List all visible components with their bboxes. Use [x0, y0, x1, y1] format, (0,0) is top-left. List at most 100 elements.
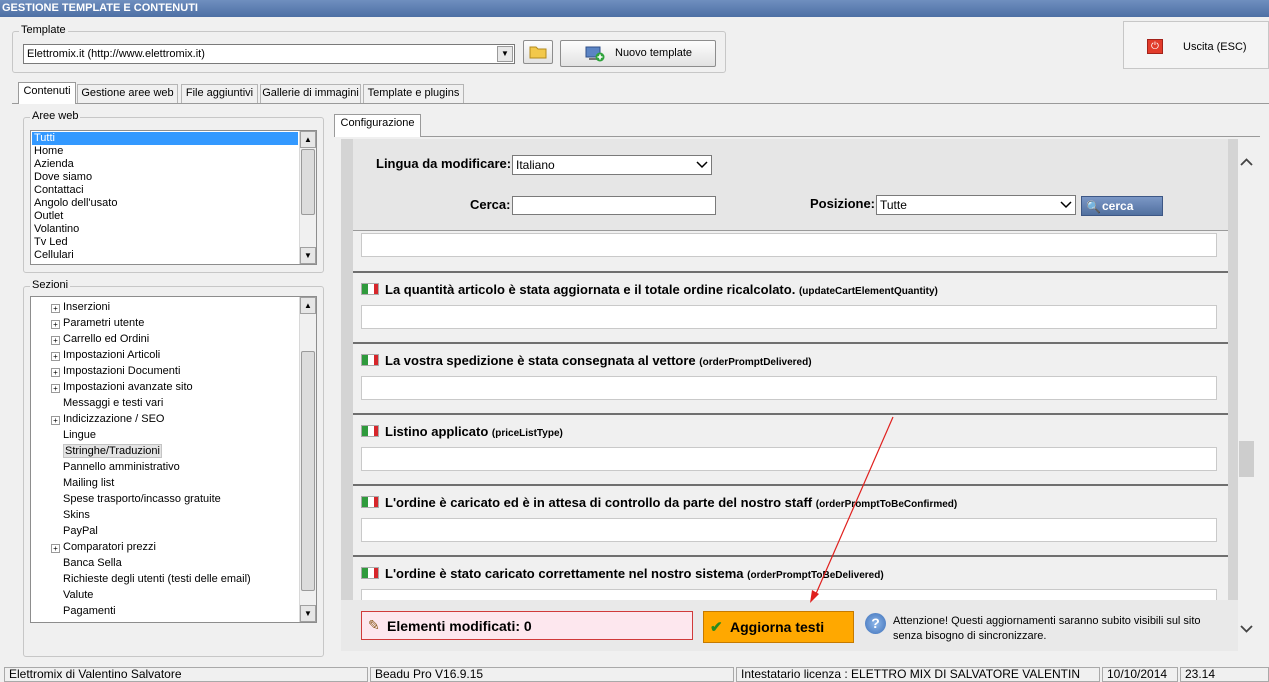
tree-item[interactable]: Messaggi e testi vari [63, 395, 163, 411]
scroll-up-icon[interactable]: ▲ [300, 131, 316, 148]
expand-icon[interactable]: + [51, 544, 60, 553]
posizione-select-value: Tutte [880, 198, 907, 212]
scroll-thumb[interactable] [301, 351, 315, 591]
entry-input[interactable] [361, 376, 1217, 400]
tree-item[interactable]: + Impostazioni Documenti [51, 363, 180, 379]
tree-item[interactable]: Mailing list [63, 475, 114, 491]
new-template-label: Nuovo template [615, 47, 693, 59]
list-item[interactable]: Tv Led [32, 236, 298, 249]
tree-item-label: Pagamenti [63, 605, 116, 617]
entry-text: L'ordine è caricato ed è in attesa di co… [385, 495, 813, 510]
lingua-select[interactable]: Italiano [512, 155, 712, 175]
tree-item[interactable]: + Parametri utente [51, 315, 144, 331]
config-panel-border [334, 136, 1260, 137]
sezioni-tree[interactable]: + Inserzioni + Parametri utente + Carrello ed… [30, 296, 317, 623]
update-texts-button[interactable]: ✔ Aggiorna testi [703, 611, 854, 643]
tree-item-label: Skins [63, 509, 90, 521]
entry-label: La vostra spedizione è stata consegnata … [361, 353, 812, 368]
tree-item[interactable]: Richieste degli utenti (testi delle emai… [63, 571, 251, 587]
tree-item-label: Spese trasporto/incasso gratuite [63, 493, 221, 505]
tree-item[interactable]: + Inserzioni [51, 299, 110, 315]
folder-icon [529, 46, 547, 59]
open-folder-button[interactable] [523, 40, 553, 64]
list-item[interactable]: Tutti [32, 132, 298, 145]
cerca-button[interactable]: 🔍 cerca [1081, 196, 1163, 216]
tab-gestione-aree-web[interactable]: Gestione aree web [77, 84, 178, 103]
modified-counter: ✎ Elementi modificati: 0 [361, 611, 693, 640]
entry-input[interactable] [361, 233, 1217, 257]
list-item[interactable]: Contattaci [32, 184, 298, 197]
tree-item[interactable]: Lingue [63, 427, 96, 443]
tab-configurazione[interactable]: Configurazione [334, 114, 421, 137]
exit-label: Uscita (ESC) [1183, 41, 1247, 53]
cerca-button-label: cerca [1102, 199, 1134, 213]
tree-item[interactable]: + Impostazioni Articoli [51, 347, 160, 363]
expand-icon[interactable]: + [51, 352, 60, 361]
posizione-select[interactable]: Tutte [876, 195, 1076, 215]
scroll-thumb[interactable] [301, 149, 315, 215]
entry-input[interactable] [361, 305, 1217, 329]
string-entry: La vostra spedizione è stata consegnata … [353, 342, 1228, 413]
tree-item[interactable]: Pagamenti [63, 603, 116, 619]
new-template-button[interactable]: Nuovo template [560, 40, 716, 67]
tab-label: Contenuti [23, 85, 71, 97]
tab-template-plugins[interactable]: Template e plugins [363, 84, 464, 103]
tree-item-label: Lingue [63, 429, 97, 441]
scroll-down-icon[interactable] [1240, 624, 1253, 634]
tree-item[interactable]: Banca Sella [63, 555, 122, 571]
scroll-up-icon[interactable]: ▲ [300, 297, 316, 314]
tree-item[interactable]: + Comparatori prezzi [51, 539, 156, 555]
tree-item[interactable]: Spese trasporto/incasso gratuite [63, 491, 221, 507]
expand-icon[interactable]: + [51, 304, 60, 313]
exit-button[interactable]: ⏻ Uscita (ESC) [1123, 21, 1269, 69]
list-item[interactable]: Cellulari [32, 249, 298, 262]
tree-item[interactable]: + Carrello ed Ordini [51, 331, 149, 347]
tree-item[interactable]: PayPal [63, 523, 98, 539]
template-select[interactable]: Elettromix.it (http://www.elettromix.it)… [23, 44, 515, 64]
sezioni-scrollbar[interactable]: ▲ ▼ [299, 297, 316, 622]
tree-item[interactable]: + Indicizzazione / SEO [51, 411, 165, 427]
scroll-up-icon[interactable] [1240, 157, 1253, 167]
expand-icon[interactable]: + [51, 320, 60, 329]
entry-text: La vostra spedizione è stata consegnata … [385, 353, 696, 368]
list-item[interactable]: Home [32, 145, 298, 158]
expand-icon[interactable]: + [51, 416, 60, 425]
italian-flag-icon [361, 425, 379, 437]
scroll-down-icon[interactable]: ▼ [300, 605, 316, 622]
scroll-thumb[interactable] [1239, 441, 1254, 477]
entry-input[interactable] [361, 447, 1217, 471]
search-input[interactable] [512, 196, 716, 215]
aree-web-list[interactable]: Tutti Home Azienda Dove siamo Contattaci Ango… [30, 130, 317, 265]
entry-label: L'ordine è stato caricato correttamente … [361, 566, 884, 581]
list-item[interactable]: Dove siamo [32, 171, 298, 184]
expand-icon[interactable]: + [51, 336, 60, 345]
tree-item[interactable]: + Impostazioni avanzate sito [51, 379, 193, 395]
chevron-down-icon[interactable] [696, 160, 708, 170]
aree-web-label: Aree web [30, 110, 81, 122]
tree-item[interactable]: Valute [63, 587, 93, 603]
list-item[interactable]: Outlet [32, 210, 298, 223]
tree-item[interactable]: Pannello amministrativo [63, 459, 180, 475]
list-item[interactable]: Azienda [32, 158, 298, 171]
tab-gallerie[interactable]: Gallerie di immagini [260, 84, 361, 103]
tab-label: Template e plugins [367, 87, 460, 99]
chevron-down-icon[interactable] [1060, 200, 1072, 210]
expand-icon[interactable]: + [51, 384, 60, 393]
tree-item-label: Stringhe/Traduzioni [63, 444, 162, 458]
tree-item-label: Messaggi e testi vari [63, 397, 164, 409]
tree-item[interactable]: Stringhe/Traduzioni [63, 443, 162, 459]
tab-contenuti[interactable]: Contenuti [18, 82, 76, 104]
status-date: 10/10/2014 [1102, 667, 1178, 682]
list-item[interactable]: Volantino [32, 223, 298, 236]
chevron-down-icon[interactable]: ▼ [497, 46, 513, 62]
entry-code: (orderPromptDelivered) [699, 357, 812, 368]
tab-file-aggiuntivi[interactable]: File aggiuntivi [181, 84, 258, 103]
tree-item[interactable]: Skins [63, 507, 90, 523]
expand-icon[interactable]: + [51, 368, 60, 377]
aree-scrollbar[interactable]: ▲ ▼ [299, 131, 316, 264]
scroll-down-icon[interactable]: ▼ [300, 247, 316, 264]
list-item[interactable]: Angolo dell'usato [32, 197, 298, 210]
entry-input[interactable] [361, 518, 1217, 542]
strings-scrollbar[interactable] [1238, 139, 1255, 651]
tree-item-label: Parametri utente [63, 317, 145, 329]
